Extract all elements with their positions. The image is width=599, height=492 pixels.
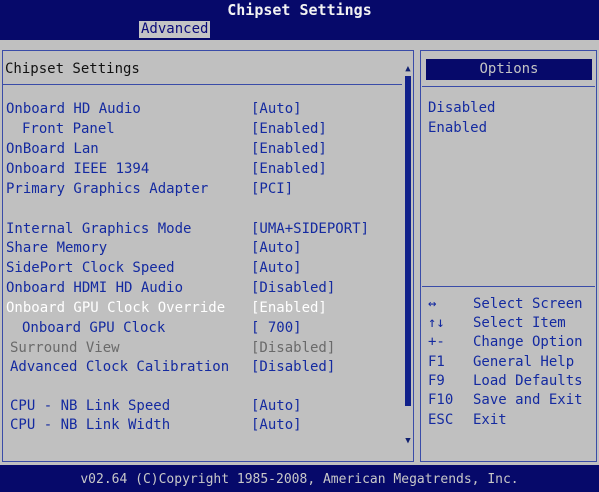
setting-value[interactable]: [Enabled]: [251, 160, 327, 179]
setting-value[interactable]: [Enabled]: [251, 299, 327, 318]
help-key: F1: [428, 354, 445, 370]
option-disabled[interactable]: Disabled: [428, 99, 495, 118]
setting-label: Onboard IEEE 1394: [6, 161, 150, 177]
section-heading: Chipset Settings: [5, 61, 140, 77]
setting-row-onboard-gpu-clock[interactable]: Onboard GPU Clock [ 700]: [0, 319, 400, 338]
setting-label: CPU - NB Link Speed: [10, 398, 171, 414]
setting-value[interactable]: [Auto]: [251, 239, 302, 258]
scrollbar[interactable]: ▲ ▼: [402, 60, 414, 446]
setting-row-share-memory[interactable]: Share Memory [Auto]: [0, 239, 400, 258]
help-general-help: F1 General Help: [428, 353, 593, 372]
setting-value[interactable]: [Disabled]: [251, 279, 335, 298]
setting-row-sideport-clock-speed[interactable]: SidePort Clock Speed [Auto]: [0, 259, 400, 278]
setting-row-cpu-nb-link-width[interactable]: CPU - NB Link Width [Auto]: [0, 416, 400, 435]
setting-label: OnBoard Lan: [6, 141, 99, 157]
tab-advanced[interactable]: Advanced: [139, 21, 211, 38]
help-change-option: +- Change Option: [428, 333, 593, 352]
help-save-and-exit: F10 Save and Exit: [428, 391, 593, 410]
help-description: Save and Exit: [473, 392, 583, 408]
setting-label: Share Memory: [6, 240, 108, 256]
setting-label: SidePort Clock Speed: [6, 260, 175, 276]
setting-value[interactable]: [Auto]: [251, 416, 302, 435]
help-exit: ESC Exit: [428, 411, 593, 430]
scroll-up-arrow-icon[interactable]: ▲: [402, 64, 414, 74]
up-down-arrows-icon: ↑↓: [428, 315, 445, 331]
setting-row-surround-view-disabled: Surround View [Disabled]: [0, 339, 400, 358]
setting-row-onboard-ieee-1394[interactable]: Onboard IEEE 1394 [Enabled]: [0, 160, 400, 179]
tab-bar: Advanced: [0, 20, 599, 39]
help-description: Select Item: [473, 315, 566, 331]
setting-value[interactable]: [Auto]: [251, 259, 302, 278]
setting-label: Advanced Clock Calibration: [10, 359, 230, 375]
setting-value[interactable]: [Enabled]: [251, 140, 327, 159]
setting-value[interactable]: [Auto]: [251, 397, 302, 416]
help-description: General Help: [473, 354, 575, 370]
option-enabled[interactable]: Enabled: [428, 119, 487, 138]
setting-row-onboard-gpu-clock-override-selected[interactable]: Onboard GPU Clock Override [Enabled]: [0, 299, 400, 318]
options-header: Options: [426, 59, 592, 80]
help-key: F10: [428, 392, 454, 408]
help-description: Exit: [473, 412, 507, 428]
setting-value[interactable]: [Enabled]: [251, 120, 327, 139]
setting-row-cpu-nb-link-speed[interactable]: CPU - NB Link Speed [Auto]: [0, 397, 400, 416]
help-select-screen: ↔ Select Screen: [428, 295, 593, 314]
setting-row-onboard-hdmi-hd-audio[interactable]: Onboard HDMI HD Audio [Disabled]: [0, 279, 400, 298]
setting-label: CPU - NB Link Width: [10, 417, 171, 433]
copyright-footer: v02.64 (C)Copyright 1985-2008, American …: [80, 472, 519, 487]
setting-label: Front Panel: [22, 121, 115, 137]
setting-label: Onboard GPU Clock: [22, 320, 166, 336]
setting-label: Onboard HD Audio: [6, 101, 141, 117]
options-divider: [422, 86, 595, 87]
help-key: ESC: [428, 412, 454, 428]
setting-row-front-panel[interactable]: Front Panel [Enabled]: [0, 120, 400, 139]
setting-value[interactable]: [UMA+SIDEPORT]: [251, 220, 369, 239]
section-divider: [2, 84, 402, 85]
setting-row-advanced-clock-calibration[interactable]: Advanced Clock Calibration [Disabled]: [0, 358, 400, 377]
setting-value[interactable]: [ 700]: [251, 319, 302, 338]
help-key: F9: [428, 373, 445, 389]
setting-label: Onboard HDMI HD Audio: [6, 280, 184, 296]
help-select-item: ↑↓ Select Item: [428, 314, 593, 333]
setting-label: Primary Graphics Adapter: [6, 181, 209, 197]
setting-label: Onboard GPU Clock Override: [6, 300, 226, 316]
setting-value[interactable]: [Disabled]: [251, 358, 335, 377]
scroll-down-arrow-icon[interactable]: ▼: [402, 436, 414, 446]
help-load-defaults: F9 Load Defaults: [428, 372, 593, 391]
setting-row-internal-graphics-mode[interactable]: Internal Graphics Mode [UMA+SIDEPORT]: [0, 220, 400, 239]
help-description: Change Option: [473, 334, 583, 350]
help-description: Load Defaults: [473, 373, 583, 389]
main-area: Chipset Settings ▲ ▼ Onboard HD Audio [A…: [0, 40, 599, 465]
help-key: +-: [428, 334, 445, 350]
setting-row-onboard-lan[interactable]: OnBoard Lan [Enabled]: [0, 140, 400, 159]
setting-value[interactable]: [Auto]: [251, 100, 302, 119]
setting-row-primary-graphics-adapter[interactable]: Primary Graphics Adapter [PCI]: [0, 180, 400, 199]
help-divider: [422, 286, 595, 287]
setting-value: [Disabled]: [251, 340, 336, 356]
setting-row-onboard-hd-audio[interactable]: Onboard HD Audio [Auto]: [0, 100, 400, 119]
setting-value[interactable]: [PCI]: [251, 180, 293, 199]
setting-label: Surround View: [10, 340, 120, 356]
window-title: Chipset Settings: [227, 1, 372, 19]
setting-label: Internal Graphics Mode: [6, 221, 192, 237]
scrollbar-thumb[interactable]: [405, 76, 411, 406]
help-description: Select Screen: [473, 296, 583, 312]
left-right-arrows-icon: ↔: [428, 296, 437, 312]
